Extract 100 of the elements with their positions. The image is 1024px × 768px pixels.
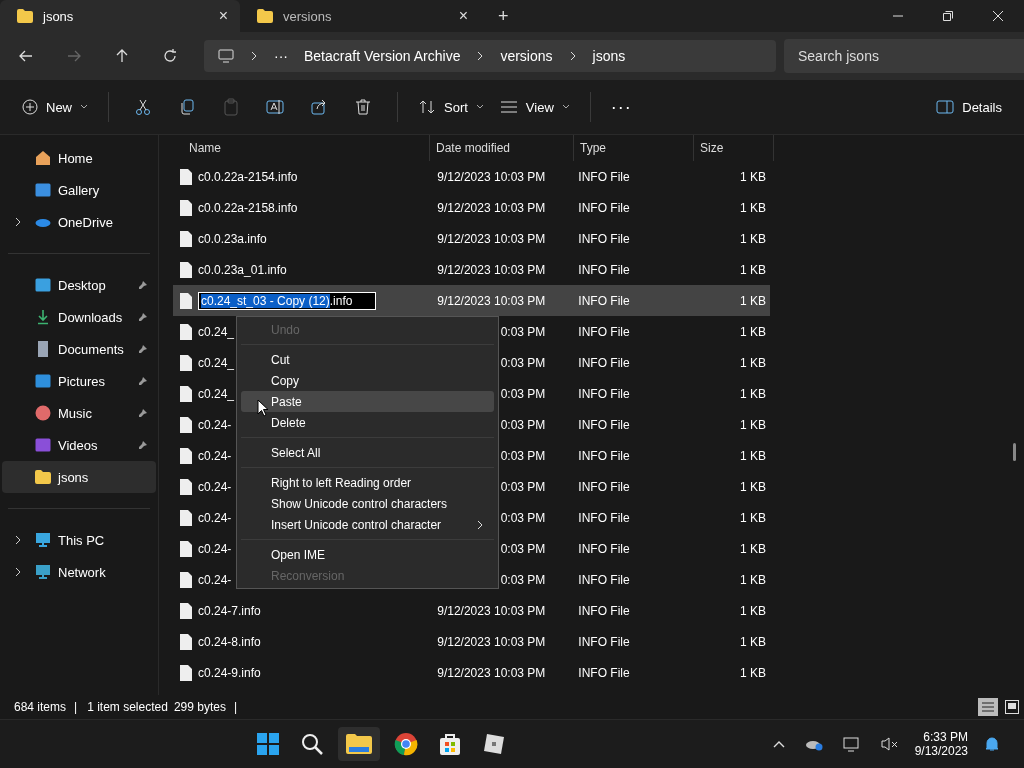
expand-chevron-icon[interactable] <box>14 217 22 227</box>
file-name[interactable]: c0.24- <box>198 417 232 432</box>
file-name[interactable]: c0.24_ <box>198 355 235 370</box>
refresh-icon[interactable] <box>162 48 178 64</box>
sidebar-item[interactable]: Videos <box>2 429 156 461</box>
file-name[interactable]: c0.0.22a-2154.info <box>198 169 298 184</box>
date-cell: 9/12/2023 10:03 PM <box>437 262 546 277</box>
browser-icon[interactable] <box>394 732 419 756</box>
menu-item[interactable]: Select All <box>241 442 494 463</box>
speaker-muted-icon[interactable] <box>880 736 899 752</box>
file-name[interactable]: c0.24- <box>198 510 232 525</box>
sidebar-item[interactable]: This PC <box>2 524 156 556</box>
date-cell: 9/12/2023 10:03 PM <box>437 169 546 184</box>
sidebar-item[interactable]: Music <box>2 397 156 429</box>
column-header[interactable]: Type <box>574 135 694 161</box>
file-name[interactable]: c0.24- <box>198 479 232 494</box>
column-header[interactable]: Date modified <box>430 135 574 161</box>
size-cell-text: 1 KB <box>739 665 767 680</box>
file-name[interactable]: c0.0.23a.info <box>198 231 267 246</box>
chevron-up-icon[interactable] <box>772 740 785 748</box>
column-header[interactable]: Size <box>694 135 774 161</box>
close-tab-button[interactable]: × <box>458 7 468 25</box>
file-name[interactable]: c0.24-8.info <box>198 634 261 649</box>
search-icon[interactable] <box>300 732 325 756</box>
details-view-icon[interactable] <box>978 698 998 716</box>
pin-icon[interactable] <box>138 344 148 354</box>
address-bar[interactable]: ··· Betacraft Version Archive versions jsons <box>204 40 776 72</box>
pin-icon[interactable] <box>138 376 148 386</box>
pin-icon[interactable] <box>138 440 148 450</box>
sidebar-item[interactable]: jsons <box>2 461 156 493</box>
monitor-icon[interactable] <box>842 736 861 752</box>
new-tab-button[interactable]: + <box>498 5 509 27</box>
file-name[interactable]: c0.24_ <box>198 324 235 339</box>
details-button[interactable]: Details <box>928 93 1010 121</box>
clock-date[interactable]: 9/13/2023 <box>914 744 968 758</box>
sidebar-item[interactable]: Network <box>2 556 156 588</box>
menu-item[interactable]: Delete <box>241 412 494 433</box>
clock-time[interactable]: 6:33 PM <box>923 730 968 744</box>
sidebar-item[interactable]: OneDrive <box>2 206 156 238</box>
pin-icon[interactable] <box>138 408 148 418</box>
column-header[interactable]: Name <box>173 135 430 161</box>
tab[interactable]: versions × <box>240 0 480 32</box>
menu-item[interactable]: Show Unicode control characters <box>241 493 494 514</box>
start-icon[interactable] <box>256 732 281 756</box>
breadcrumb-overflow[interactable]: ··· <box>274 48 288 64</box>
rename-field[interactable]: c0.24_st_03 - Copy (12).info <box>198 291 376 310</box>
cut-icon[interactable] <box>134 98 152 116</box>
search-field[interactable]: Search jsons <box>784 39 1024 73</box>
new-button[interactable]: New <box>14 93 96 121</box>
sidebar-item[interactable]: Pictures <box>2 365 156 397</box>
back-icon[interactable] <box>18 48 34 64</box>
up-icon[interactable] <box>114 48 130 64</box>
forward-icon[interactable] <box>66 48 82 64</box>
caret-icon <box>80 104 88 110</box>
file-name[interactable]: c0.24- <box>198 541 232 556</box>
sidebar-item[interactable]: Desktop <box>2 269 156 301</box>
breadcrumb[interactable]: Betacraft Version Archive <box>304 48 461 64</box>
menu-item[interactable]: Right to left Reading order <box>241 472 494 493</box>
pin-icon[interactable] <box>138 280 148 290</box>
cube-icon[interactable] <box>482 732 507 756</box>
more-button[interactable]: ··· <box>602 90 640 124</box>
file-row[interactable]: c0.24_st_03 - Copy (12).info 9/12/2023 10:03 PM INFO File 1 KB <box>173 285 770 316</box>
store-icon[interactable] <box>438 732 463 756</box>
file-name[interactable]: c0.0.22a-2158.info <box>198 200 298 215</box>
scrollbar-thumb[interactable] <box>1013 443 1016 461</box>
date-cell: 0:03 PM <box>500 386 546 401</box>
file-name[interactable]: c0.24- <box>198 448 232 463</box>
share-icon[interactable] <box>310 98 328 116</box>
view-button[interactable]: View <box>491 93 578 121</box>
bell-icon[interactable] <box>984 736 1000 752</box>
tiles-view-icon[interactable] <box>1004 699 1020 715</box>
file-name[interactable]: c0.24- <box>198 572 232 587</box>
restore-icon[interactable] <box>942 10 954 22</box>
file-name[interactable]: c0.24-7.info <box>198 603 261 618</box>
sidebar-item[interactable]: Home <box>2 142 156 174</box>
close-tab-button[interactable]: × <box>218 7 228 25</box>
file-name[interactable]: c0.24_ <box>198 386 235 401</box>
copy-icon[interactable] <box>178 98 196 116</box>
sidebar-item[interactable]: Gallery <box>2 174 156 206</box>
file-name[interactable]: c0.24-9.info <box>198 665 261 680</box>
file-name[interactable]: c0.0.23a_01.info <box>198 262 287 277</box>
breadcrumb[interactable]: jsons <box>592 48 626 64</box>
file-explorer-taskbar-button[interactable] <box>338 727 381 761</box>
tab[interactable]: jsons × <box>0 0 240 32</box>
menu-item[interactable]: Open IME <box>241 544 494 565</box>
type-cell-text: INFO File <box>577 634 631 649</box>
delete-icon[interactable] <box>354 98 372 116</box>
expand-chevron-icon[interactable] <box>14 535 22 545</box>
rename-icon[interactable] <box>266 98 284 116</box>
menu-item[interactable]: Copy <box>241 370 494 391</box>
menu-item[interactable]: Cut <box>241 349 494 370</box>
sidebar-item[interactable]: Documents <box>2 333 156 365</box>
pin-icon[interactable] <box>138 312 148 322</box>
close-icon[interactable] <box>992 10 1004 22</box>
sidebar-item[interactable]: Downloads <box>2 301 156 333</box>
breadcrumb[interactable]: versions <box>500 48 553 64</box>
expand-chevron-icon[interactable] <box>14 567 22 577</box>
sort-button[interactable]: Sort <box>410 93 492 121</box>
menu-item[interactable]: Insert Unicode control character <box>241 514 494 535</box>
menu-item[interactable]: Paste <box>241 391 494 412</box>
